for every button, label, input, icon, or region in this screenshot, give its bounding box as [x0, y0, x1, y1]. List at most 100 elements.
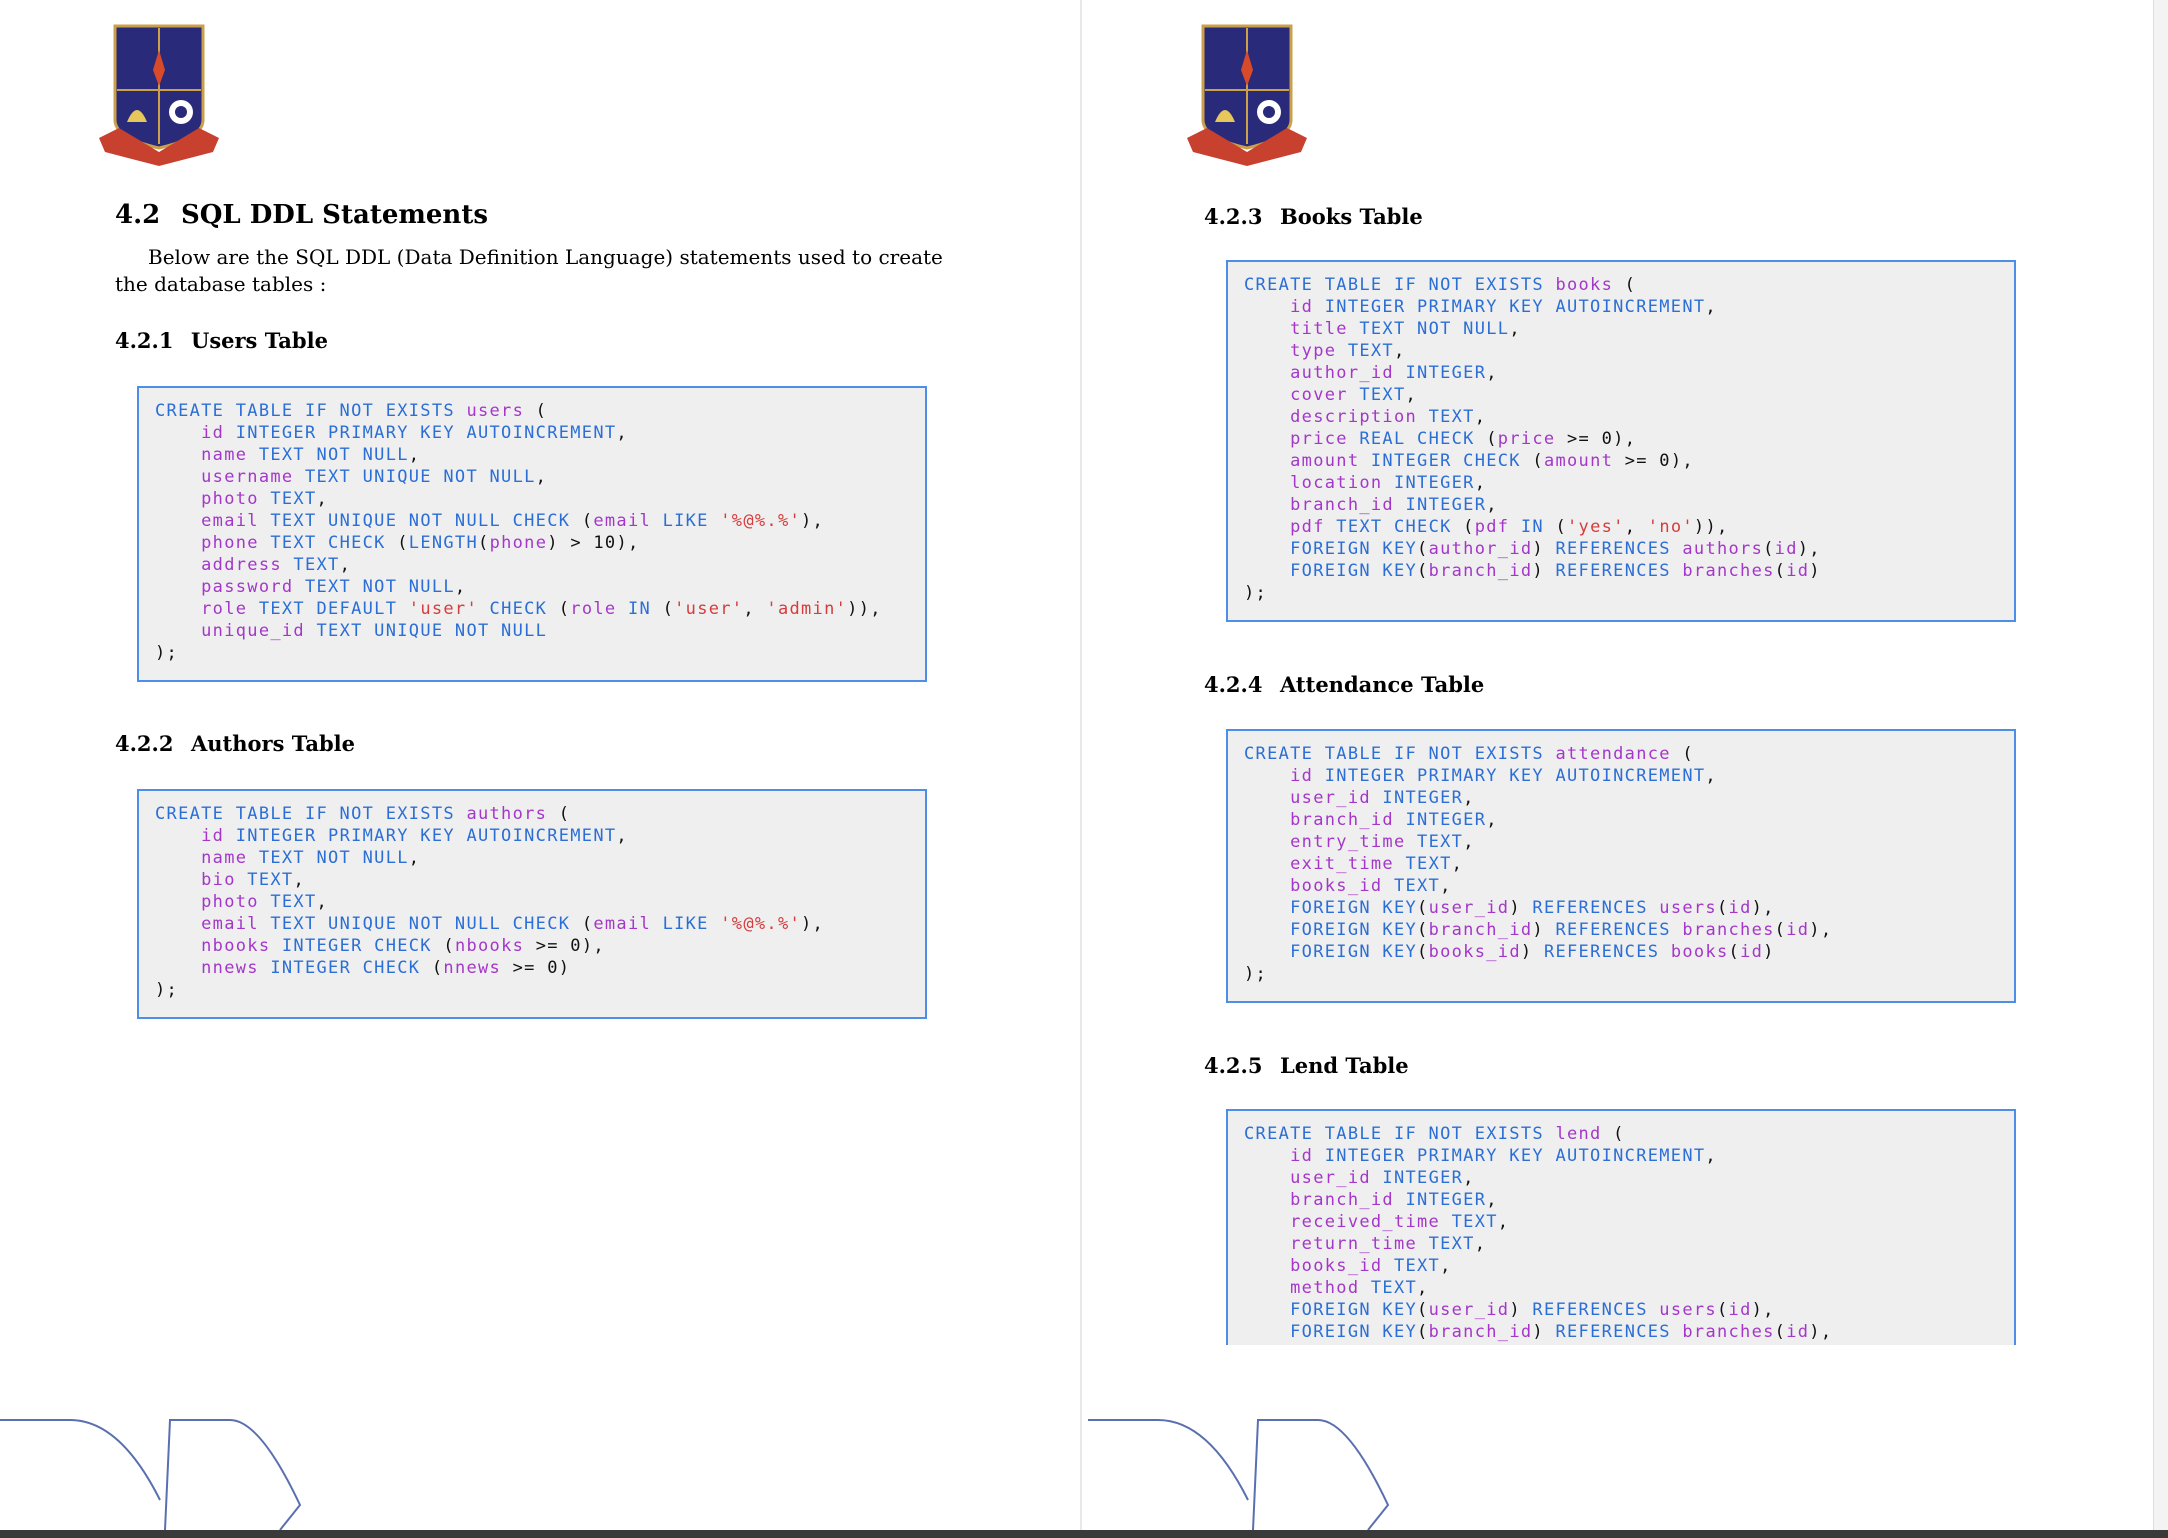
code-line: 6 cover TEXT,: [1244, 384, 2014, 406]
line-number: 7: [1226, 406, 1227, 428]
subsection-heading-lend: 4.2.5 Lend Table: [1204, 1053, 1409, 1078]
code-token: ,: [1463, 788, 1475, 808]
code-token: TEXT: [235, 870, 294, 890]
line-number: 5: [1226, 831, 1227, 853]
code-token: IF NOT EXISTS: [1393, 275, 1556, 295]
code-token: FOREIGN KEY: [1290, 1322, 1418, 1342]
code-token: IN: [616, 599, 663, 619]
code-block-users[interactable]: 1CREATE TABLE IF NOT EXISTS users (2 id …: [137, 386, 927, 682]
code-token: TEXT: [1359, 1278, 1418, 1298]
code-token: CREATE TABLE: [1244, 1124, 1394, 1144]
code-token: 'no': [1647, 517, 1694, 537]
code-token: ,: [1417, 1278, 1429, 1298]
line-number: 7: [1226, 875, 1227, 897]
code-line: 9 password TEXT NOT NULL,: [155, 576, 925, 598]
code-token: amount: [1543, 451, 1614, 471]
code-token: (: [558, 599, 571, 619]
code-token: FOREIGN KEY: [1290, 561, 1418, 581]
code-block-lend[interactable]: 1CREATE TABLE IF NOT EXISTS lend (2 id I…: [1226, 1109, 2016, 1345]
code-token: ),: [1809, 1322, 1833, 1342]
code-token: id: [201, 423, 225, 443]
code-token: email: [593, 914, 652, 934]
code-token: REFERENCES: [1543, 942, 1671, 962]
code-line: 5 entry_time TEXT,: [1244, 831, 2014, 853]
code-token: REFERENCES: [1555, 920, 1683, 940]
subsection-heading-attendance: 4.2.4 Attendance Table: [1204, 672, 1485, 697]
line-number: 4: [1226, 1189, 1227, 1211]
code-token: branch_id: [1290, 495, 1394, 515]
intro-paragraph: Below are the SQL DDL (Data Definition L…: [115, 245, 943, 296]
code-block-books[interactable]: 1CREATE TABLE IF NOT EXISTS books (2 id …: [1226, 260, 2016, 622]
code-token: TEXT NOT NULL: [293, 577, 455, 597]
code-line: 10 FOREIGN KEY(books_id) REFERENCES book…: [1244, 941, 2014, 963]
code-token: id: [201, 826, 225, 846]
code-block-authors[interactable]: 1CREATE TABLE IF NOT EXISTS authors (2 i…: [137, 789, 927, 1019]
line-number: 13: [1226, 538, 1227, 560]
line-number: 2: [137, 422, 138, 444]
code-line: 8 price REAL CHECK (price >= 0),: [1244, 428, 2014, 450]
code-token: TEXT UNIQUE NOT NULL CHECK: [258, 511, 582, 531]
code-token: (: [1716, 898, 1729, 918]
code-token: id: [1774, 539, 1798, 559]
code-token: exit_time: [1290, 854, 1394, 874]
line-number: 8: [1226, 1277, 1227, 1299]
code-token: TEXT: [258, 489, 317, 509]
code-line: 6 email TEXT UNIQUE NOT NULL CHECK (emai…: [155, 913, 925, 935]
code-token: INTEGER: [1393, 810, 1487, 830]
code-token: description: [1290, 407, 1418, 427]
code-token: (: [662, 599, 675, 619]
code-token: TEXT: [1405, 832, 1464, 852]
code-token: bio: [201, 870, 236, 890]
line-number: 3: [1226, 318, 1227, 340]
code-token: (: [1417, 1300, 1429, 1320]
line-number: 2: [1226, 1145, 1227, 1167]
line-number: 1: [1226, 1123, 1227, 1145]
code-token: branch_id: [1428, 920, 1533, 940]
code-token: ,: [454, 577, 467, 597]
line-number: 5: [1226, 1211, 1227, 1233]
code-token: ,: [1393, 341, 1406, 361]
section-heading: 4.2 SQL DDL Statements: [115, 200, 488, 230]
code-line: 10 location INTEGER,: [1244, 472, 2014, 494]
code-token: LIKE: [651, 914, 721, 934]
code-token: CREATE TABLE: [1244, 275, 1394, 295]
code-line: 6 email TEXT UNIQUE NOT NULL CHECK (emai…: [155, 510, 925, 532]
code-token: ),: [801, 511, 825, 531]
code-token: 'user': [408, 599, 478, 619]
code-block-attendance[interactable]: 1CREATE TABLE IF NOT EXISTS attendance (…: [1226, 729, 2016, 1003]
line-number: 9: [1226, 1299, 1227, 1321]
line-number: 8: [137, 554, 138, 576]
code-token: )),: [847, 599, 882, 619]
code-token: INTEGER: [1393, 495, 1487, 515]
viewer-scrollbar[interactable]: [2153, 0, 2168, 1530]
code-token: ,: [1624, 517, 1648, 537]
code-token: 'yes': [1567, 517, 1625, 537]
code-token: books: [1555, 275, 1614, 295]
line-number: 6: [137, 510, 138, 532]
code-token: id: [1290, 297, 1314, 317]
code-token: branches: [1682, 1322, 1775, 1342]
code-line: 1CREATE TABLE IF NOT EXISTS authors (: [155, 803, 925, 825]
code-token: ,: [1509, 319, 1521, 339]
code-token: branch_id: [1428, 561, 1533, 581]
code-line: 2 id INTEGER PRIMARY KEY AUTOINCREMENT,: [1244, 765, 2014, 787]
code-token: ): [1532, 561, 1556, 581]
code-token: (: [1417, 561, 1429, 581]
code-line: 3 name TEXT NOT NULL,: [155, 444, 925, 466]
code-line: 12);: [155, 642, 925, 664]
code-token: ),: [1751, 898, 1775, 918]
code-token: books_id: [1290, 876, 1383, 896]
line-number: 8: [137, 957, 138, 979]
code-line: 3 user_id INTEGER,: [1244, 1167, 2014, 1189]
